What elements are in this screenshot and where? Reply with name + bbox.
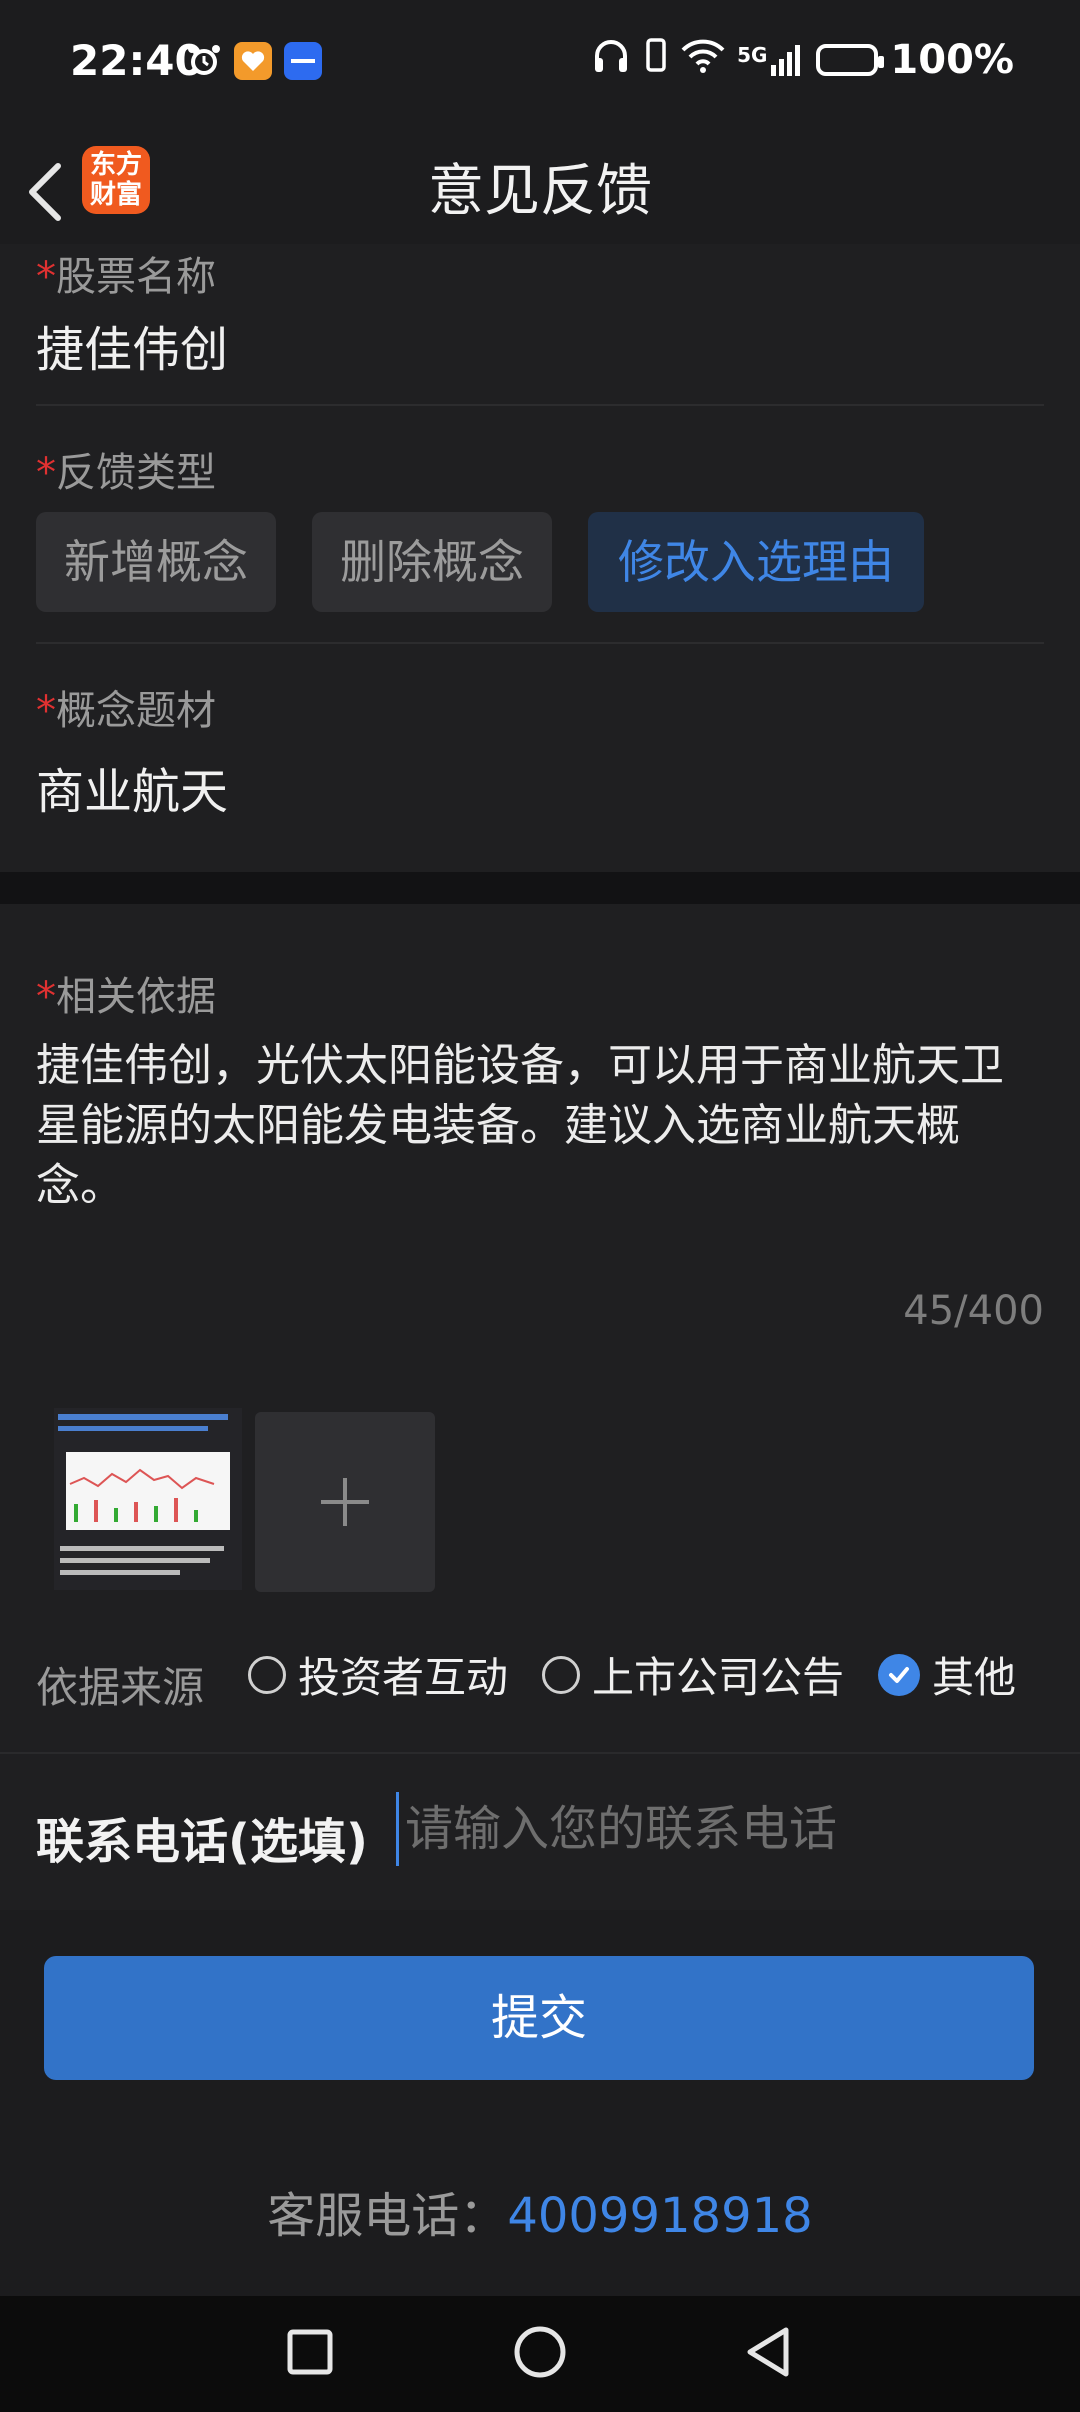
feedback-type-option-add[interactable]: 新增概念 bbox=[36, 512, 276, 612]
home-button[interactable] bbox=[514, 2326, 566, 2378]
feedback-type-label-text: 反馈类型 bbox=[56, 450, 216, 496]
feedback-type-option-delete[interactable]: 删除概念 bbox=[312, 512, 552, 612]
triangle-back-icon bbox=[747, 2327, 789, 2377]
circle-icon bbox=[514, 2326, 566, 2378]
service-phone-link[interactable]: 4009918918 bbox=[507, 2188, 812, 2244]
signal-icon: 5G bbox=[737, 43, 804, 77]
system-nav-bar bbox=[0, 2296, 1080, 2412]
vibrate-icon bbox=[643, 36, 669, 84]
concept-value: 商业航天 bbox=[36, 764, 229, 820]
phone-label: 联系电话(选填) bbox=[36, 1814, 368, 1870]
phone-input[interactable] bbox=[396, 1792, 1047, 1866]
source-option-other[interactable]: 其他 bbox=[878, 1644, 1016, 1705]
wifi-icon bbox=[681, 36, 725, 84]
concept-label: *概念题材 bbox=[36, 678, 216, 736]
source-option-other-label: 其他 bbox=[932, 1653, 1017, 1702]
feedback-type-option-modify[interactable]: 修改入选理由 bbox=[588, 512, 924, 612]
network-type: 5G bbox=[737, 43, 768, 67]
status-bar: 22:40 5G 100% bbox=[0, 0, 1080, 126]
heart-app-icon bbox=[234, 42, 272, 90]
radio-unchecked-icon bbox=[542, 1655, 580, 1694]
feedback-type-label: *反馈类型 bbox=[36, 440, 216, 498]
plus-icon bbox=[321, 1478, 369, 1526]
battery-icon bbox=[816, 44, 885, 76]
required-mark: * bbox=[36, 450, 56, 496]
radio-unchecked-icon bbox=[248, 1655, 286, 1694]
char-counter: 45/400 bbox=[903, 1288, 1044, 1334]
divider bbox=[36, 642, 1044, 644]
customer-service-line: 客服电话：4009918918 bbox=[0, 2176, 1080, 2246]
square-icon bbox=[287, 2329, 333, 2375]
status-notification-icons bbox=[186, 42, 322, 90]
honor-app-icon bbox=[284, 42, 322, 90]
source-option-announcement-label: 上市公司公告 bbox=[592, 1653, 845, 1702]
divider bbox=[0, 1752, 1080, 1754]
battery-percent: 100% bbox=[890, 37, 1014, 83]
source-option-announcement[interactable]: 上市公司公告 bbox=[542, 1644, 844, 1705]
nav-back-button[interactable] bbox=[746, 2327, 789, 2377]
source-option-investor[interactable]: 投资者互动 bbox=[248, 1644, 508, 1705]
stock-name-label-text: 股票名称 bbox=[56, 254, 216, 300]
required-mark: * bbox=[36, 974, 56, 1020]
required-mark: * bbox=[36, 254, 56, 300]
alarm-icon bbox=[186, 43, 222, 89]
basis-label: *相关依据 bbox=[36, 964, 216, 1022]
status-system-icons: 5G 100% bbox=[591, 36, 1014, 84]
source-option-investor-label: 投资者互动 bbox=[298, 1653, 509, 1702]
form-section-main: *股票名称 捷佳伟创 *反馈类型 新增概念 删除概念 修改入选理由 *概念题材 … bbox=[0, 244, 1080, 872]
status-time: 22:40 bbox=[70, 36, 204, 85]
submit-button[interactable]: 提交 bbox=[44, 1956, 1034, 2080]
basis-label-text: 相关依据 bbox=[56, 974, 216, 1020]
service-label: 客服电话： bbox=[267, 2188, 508, 2244]
radio-checked-icon bbox=[878, 1653, 920, 1696]
page-title: 意见反馈 bbox=[428, 159, 652, 224]
divider bbox=[36, 404, 1044, 406]
header: 东方 财富 意见反馈 bbox=[0, 126, 1080, 246]
chart-screenshot-image bbox=[58, 1414, 230, 1575]
source-label: 依据来源 bbox=[36, 1663, 205, 1712]
recent-apps-button[interactable] bbox=[287, 2329, 333, 2375]
stock-name-label: *股票名称 bbox=[36, 244, 216, 302]
required-mark: * bbox=[36, 688, 56, 734]
attached-image-thumbnail[interactable] bbox=[54, 1408, 242, 1590]
add-image-button[interactable] bbox=[255, 1412, 435, 1592]
form-section-basis: *相关依据 捷佳伟创，光伏太阳能设备，可以用于商业航天卫星能源的太阳能发电装备。… bbox=[0, 904, 1080, 1910]
section-gap bbox=[0, 872, 1080, 904]
basis-textarea[interactable]: 捷佳伟创，光伏太阳能设备，可以用于商业航天卫星能源的太阳能发电装备。建议入选商业… bbox=[36, 1036, 1046, 1216]
concept-label-text: 概念题材 bbox=[56, 688, 216, 734]
headphones-icon bbox=[591, 36, 631, 84]
stock-name-value: 捷佳伟创 bbox=[36, 322, 229, 378]
